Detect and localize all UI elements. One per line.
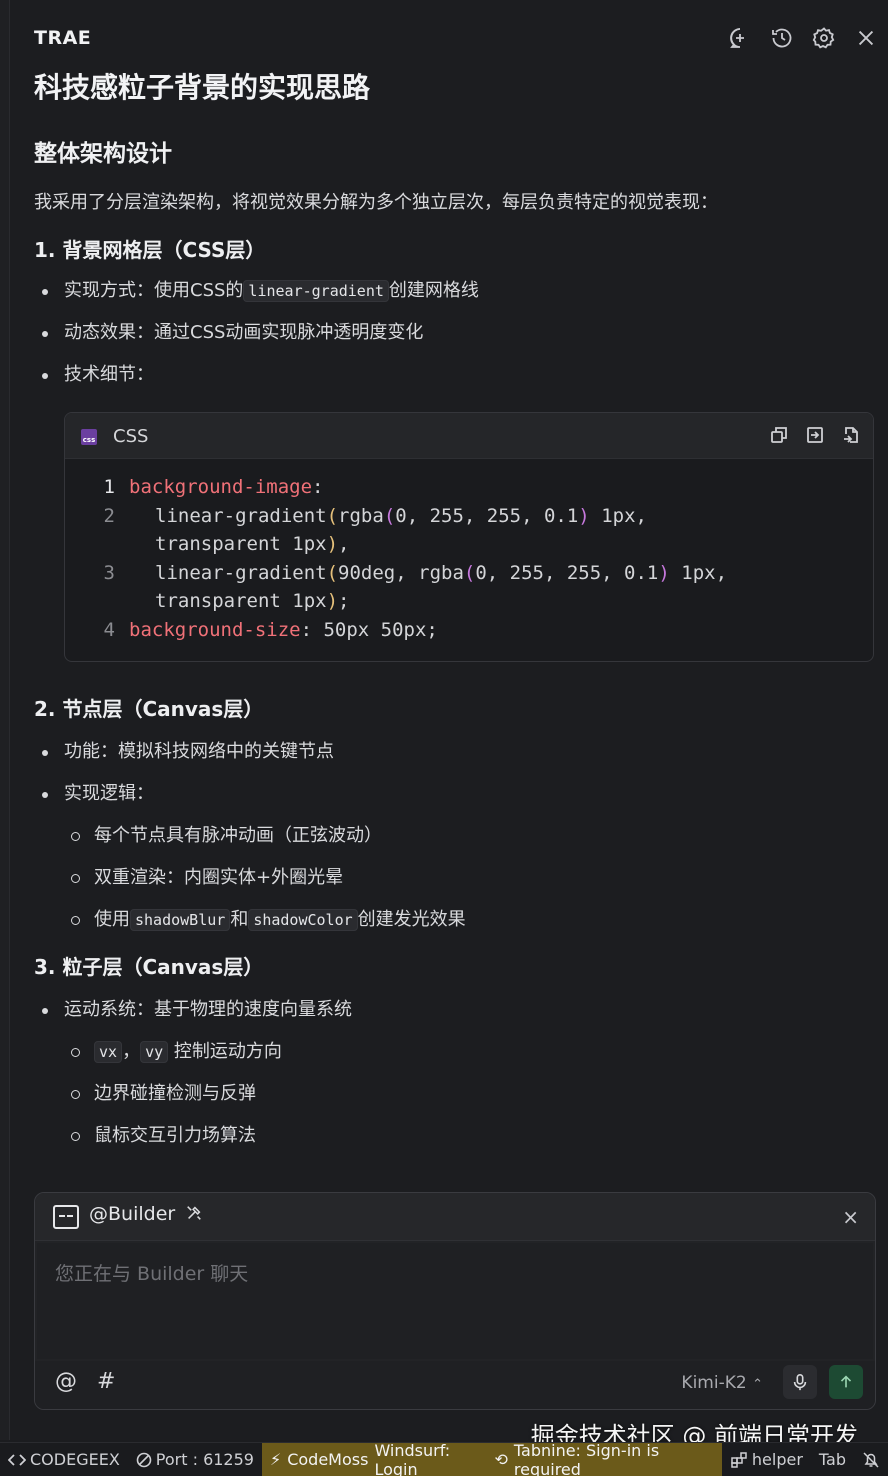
code-block-header: css CSS <box>65 413 873 459</box>
insert-icon[interactable] <box>805 425 825 445</box>
code-line-wrap: transparent 1px); <box>155 590 350 612</box>
code-line-wrap: transparent 1px), <box>155 533 350 555</box>
chat-input-placeholder: 您正在与 Builder 聊天 <box>55 1263 249 1285</box>
microphone-icon <box>793 1373 807 1391</box>
chat-composer: @Builder × 您正在与 Builder 聊天 @ # Kimi-K2 ⌃ <box>34 1192 876 1410</box>
brand-title: TRAE <box>34 27 92 49</box>
intro-paragraph: 我采用了分层渲染架构，将视觉效果分解为多个独立层次，每层负责特定的视觉表现： <box>34 192 718 213</box>
composer-toolbar: @ # Kimi-K2 ⌃ <box>35 1361 875 1409</box>
close-icon[interactable] <box>852 24 880 52</box>
layer3-heading: 3. 粒子层（Canvas层） <box>34 955 264 979</box>
css-file-icon: css <box>81 429 97 445</box>
status-windsurf[interactable]: Windsurf: Login <box>374 1441 488 1476</box>
inline-code: shadowBlur <box>130 909 231 931</box>
list-item: 实现方式：使用CSS的 linear-gradient 创建网格线 <box>34 276 876 306</box>
codegeex-icon <box>8 1453 26 1466</box>
microphone-button[interactable] <box>783 1365 817 1399</box>
code-line: 3 linear-gradient(90deg, rgba(0, 255, 25… <box>103 561 728 584</box>
builder-agent-icon <box>53 1205 79 1229</box>
agent-close-button[interactable]: × <box>842 1205 859 1229</box>
apply-file-icon[interactable] <box>841 425 861 445</box>
code-line: 4 background-size: 50px 50px; <box>103 618 438 641</box>
code-content: 1 background-image: 2 linear-gradient(rg… <box>65 459 873 658</box>
section-title: 整体架构设计 <box>34 141 172 167</box>
list-item: 运动系统：基于物理的速度向量系统 <box>34 995 876 1025</box>
status-tabnine[interactable]: Tabnine: Sign-in is required <box>514 1441 714 1476</box>
status-codegeex[interactable]: CODEGEEX <box>0 1443 128 1476</box>
status-tab[interactable]: Tab <box>811 1443 854 1476</box>
list-item: 双重渲染：内圈实体+外圈光晕 <box>34 863 876 893</box>
layer2-sublist: 每个节点具有脉冲动画（正弦波动） 双重渲染：内圈实体+外圈光晕 使用 shadow… <box>34 821 876 935</box>
list-item: 每个节点具有脉冲动画（正弦波动） <box>34 821 876 851</box>
inline-code: vx <box>94 1041 123 1063</box>
status-port[interactable]: Port : 61259 <box>128 1443 262 1476</box>
new-chat-icon[interactable] <box>726 24 754 52</box>
list-item: 技术细节： <box>34 360 876 390</box>
plug-icon: ⚡ <box>269 1450 282 1469</box>
layer3-sublist: vx， vy 控制运动方向 边界碰撞检测与反弹 鼠标交互引力场算法 <box>34 1037 876 1151</box>
extensions-icon <box>731 1451 747 1468</box>
chat-input[interactable]: 您正在与 Builder 聊天 <box>37 1243 873 1359</box>
no-connection-icon <box>136 1452 152 1467</box>
settings-gear-icon[interactable] <box>810 24 838 52</box>
context-button[interactable]: # <box>97 1369 115 1394</box>
agent-selector[interactable]: @Builder × <box>35 1193 875 1241</box>
status-helper[interactable]: helper <box>722 1443 811 1476</box>
history-icon[interactable] <box>768 24 796 52</box>
inline-code: shadowColor <box>248 909 358 931</box>
code-line: 1 background-image: <box>103 476 324 498</box>
arrow-up-icon <box>840 1375 852 1388</box>
inline-code: linear-gradient <box>243 280 389 302</box>
code-language: CSS <box>113 426 149 447</box>
bell-muted-icon <box>863 1451 879 1468</box>
status-codemoss-group: ⚡ CodeMoss Windsurf: Login ⟲ Tabnine: Si… <box>261 1441 722 1476</box>
list-item: 动态效果：通过CSS动画实现脉冲透明度变化 <box>34 318 876 348</box>
chat-message-continued: 2. 节点层（Canvas层） 功能：模拟科技网络中的关键节点 实现逻辑： 每个… <box>34 693 876 1151</box>
status-notifications[interactable] <box>854 1443 888 1476</box>
inline-code: vy <box>140 1041 169 1063</box>
list-item: 实现逻辑： <box>34 779 876 809</box>
tools-icon <box>187 1206 202 1220</box>
send-button[interactable] <box>829 1365 863 1399</box>
layer3-list: 运动系统：基于物理的速度向量系统 <box>34 995 876 1025</box>
layer2-list: 功能：模拟科技网络中的关键节点 实现逻辑： <box>34 737 876 809</box>
panel-header: TRAE <box>34 20 888 56</box>
list-item: 鼠标交互引力场算法 <box>34 1121 876 1151</box>
code-line: 2 linear-gradient(rgba(0, 255, 255, 0.1)… <box>103 504 647 527</box>
chevron-up-icon: ⌃ <box>752 1377 763 1392</box>
model-selector[interactable]: Kimi-K2 ⌃ <box>681 1373 763 1393</box>
tabnine-icon: ⟲ <box>494 1450 508 1469</box>
editor-edge <box>0 0 10 1440</box>
layer1-heading: 1. 背景网格层（CSS层） <box>34 238 266 262</box>
code-block: css CSS 1 background-image: 2 linear-gra… <box>64 412 874 662</box>
agent-name: @Builder <box>89 1203 203 1225</box>
mention-button[interactable]: @ <box>55 1369 77 1394</box>
code-actions <box>769 425 861 445</box>
list-item: 功能：模拟科技网络中的关键节点 <box>34 737 876 767</box>
layer1-list: 实现方式：使用CSS的 linear-gradient 创建网格线 动态效果：通过C… <box>34 276 876 390</box>
header-actions <box>726 24 880 52</box>
layer2-heading: 2. 节点层（Canvas层） <box>34 697 264 721</box>
status-codemoss[interactable]: CodeMoss <box>287 1450 368 1469</box>
status-bar: CODEGEEX Port : 61259 ⚡ CodeMoss Windsur… <box>0 1441 888 1476</box>
list-item: vx， vy 控制运动方向 <box>34 1037 876 1067</box>
list-item: 边界碰撞检测与反弹 <box>34 1079 876 1109</box>
list-item: 使用 shadowBlur 和 shadowColor 创建发光效果 <box>34 905 876 935</box>
article-title: 科技感粒子背景的实现思路 <box>34 71 371 104</box>
copy-icon[interactable] <box>769 425 789 445</box>
chat-message: 科技感粒子背景的实现思路 整体架构设计 我采用了分层渲染架构，将视觉效果分解为多… <box>34 66 876 390</box>
